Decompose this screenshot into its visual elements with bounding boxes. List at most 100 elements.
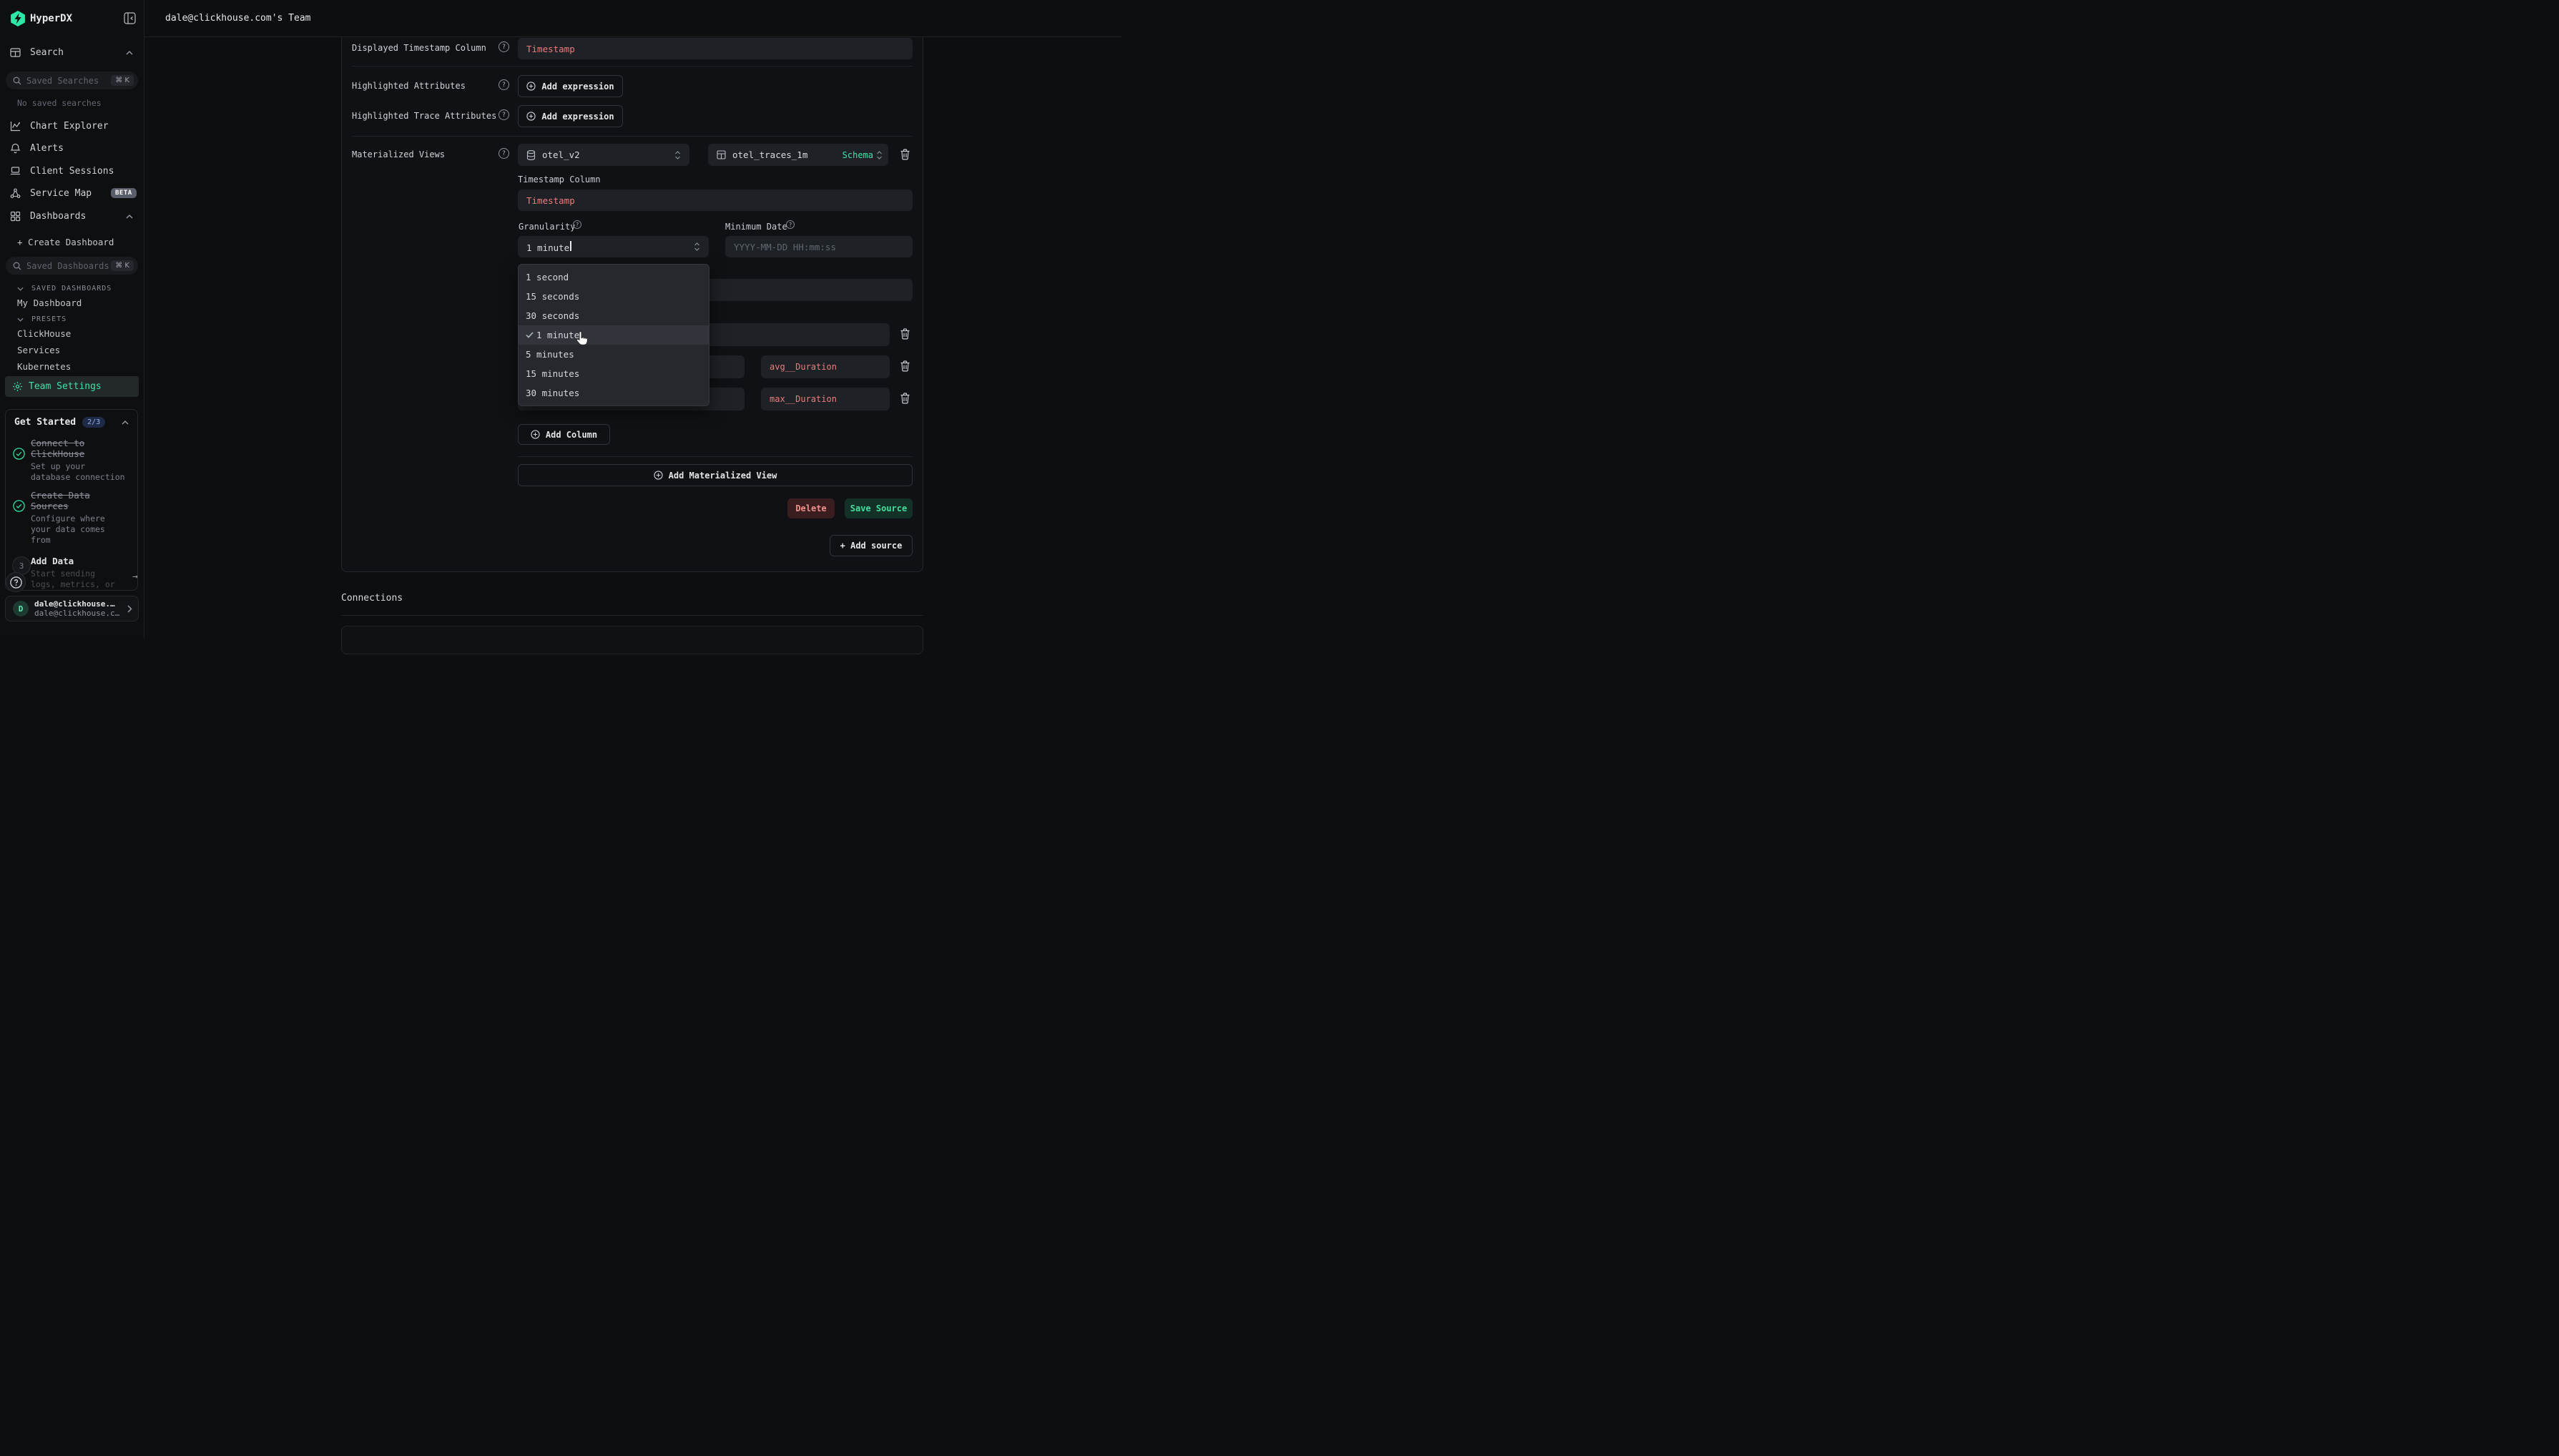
delete-button[interactable]: Delete bbox=[787, 498, 835, 518]
sidebar-item-clickhouse[interactable]: ClickHouse bbox=[17, 328, 71, 339]
granularity-select[interactable]: 1 minute bbox=[518, 236, 709, 257]
dashboards-icon bbox=[10, 211, 21, 222]
get-started-step[interactable]: Create Data Sources Configure where your… bbox=[6, 483, 137, 546]
brand-name[interactable]: HyperDX bbox=[30, 13, 72, 24]
source-settings-card: Displayed Timestamp Column ? Timestamp H… bbox=[341, 0, 923, 572]
add-materialized-view-button[interactable]: Add Materialized View bbox=[518, 464, 913, 486]
chevron-down-icon[interactable] bbox=[17, 287, 24, 291]
delete-mv-trash-icon[interactable] bbox=[900, 149, 910, 160]
dropdown-option[interactable]: 5 minutes bbox=[519, 345, 709, 364]
sidebar-item-services[interactable]: Services bbox=[17, 345, 60, 355]
schema-badge[interactable]: Schema bbox=[843, 150, 873, 160]
bell-icon bbox=[10, 143, 21, 154]
help-icon[interactable]: ? bbox=[573, 220, 581, 229]
mv-database-select[interactable]: otel_v2 bbox=[518, 144, 689, 166]
hyperdx-logo[interactable] bbox=[10, 11, 26, 26]
appbar: dale@clickhouse.com's Team bbox=[144, 0, 1121, 37]
displayed-timestamp-input[interactable]: Timestamp bbox=[518, 38, 913, 59]
sidebar: HyperDX Search Saved Searches ⌘ K No sav… bbox=[0, 0, 144, 638]
get-started-step[interactable]: Connect to ClickHouse Set up your databa… bbox=[6, 428, 137, 483]
user-name: dale@clickhouse.… bbox=[34, 599, 127, 609]
divider bbox=[341, 615, 923, 616]
user-account-button[interactable]: D dale@clickhouse.… dale@clickhouse.c… bbox=[5, 596, 139, 621]
chevron-up-icon[interactable] bbox=[122, 420, 129, 425]
chevron-right-icon bbox=[127, 605, 132, 613]
divider bbox=[352, 136, 913, 137]
collapse-sidebar-icon[interactable] bbox=[124, 12, 136, 24]
select-chevrons-icon bbox=[694, 242, 700, 252]
help-fab[interactable] bbox=[6, 572, 26, 592]
sidebar-item-my-dashboard[interactable]: My Dashboard bbox=[17, 297, 82, 308]
granularity-label: Granularity bbox=[519, 222, 575, 232]
add-source-button[interactable]: + Add source bbox=[830, 535, 913, 556]
help-icon[interactable]: ? bbox=[498, 148, 509, 159]
laptop-icon bbox=[10, 166, 21, 176]
sidebar-item-team-settings[interactable]: Team Settings bbox=[5, 376, 139, 397]
sidebar-item-client-sessions[interactable]: Client Sessions bbox=[30, 166, 114, 177]
create-dashboard-button[interactable]: + Create Dashboard bbox=[17, 237, 114, 247]
delete-column-trash-icon[interactable] bbox=[900, 328, 910, 340]
database-icon bbox=[526, 150, 536, 160]
sidebar-item-service-map[interactable]: Service Map bbox=[30, 188, 92, 199]
avatar: D bbox=[13, 601, 29, 616]
user-email: dale@clickhouse.c… bbox=[34, 609, 127, 618]
divider bbox=[352, 66, 913, 67]
save-source-button[interactable]: Save Source bbox=[845, 498, 913, 518]
dropdown-option[interactable]: 30 seconds bbox=[519, 306, 709, 325]
saved-dashboards-section-header[interactable]: SAVED DASHBOARDS bbox=[31, 285, 112, 292]
chevron-up-icon[interactable] bbox=[126, 51, 133, 55]
plus-circle-icon bbox=[526, 82, 536, 91]
connections-card bbox=[341, 626, 923, 654]
help-icon[interactable]: ? bbox=[786, 220, 795, 229]
saved-dashboards-input[interactable]: Saved Dashboards ⌘ K bbox=[6, 257, 138, 275]
minimum-date-input[interactable]: YYYY-MM-DD HH:mm:ss bbox=[725, 236, 913, 257]
dropdown-option[interactable]: 15 seconds bbox=[519, 287, 709, 306]
gear-icon bbox=[12, 381, 23, 392]
delete-column-trash-icon[interactable] bbox=[900, 360, 910, 372]
text-caret bbox=[570, 241, 571, 251]
add-expression-button[interactable]: Add expression bbox=[518, 105, 623, 127]
dropdown-option[interactable]: 1 second bbox=[519, 267, 709, 287]
sidebar-item-search[interactable]: Search bbox=[30, 47, 64, 58]
question-circle-icon bbox=[10, 576, 22, 589]
page-title: dale@clickhouse.com's Team bbox=[165, 13, 311, 24]
magnifier-icon bbox=[13, 262, 21, 270]
sidebar-item-chart-explorer[interactable]: Chart Explorer bbox=[30, 121, 109, 132]
beta-badge: BETA bbox=[111, 188, 137, 198]
shortcut-badge: ⌘ K bbox=[111, 260, 134, 271]
chevron-up-icon[interactable] bbox=[126, 215, 133, 219]
dropdown-option[interactable]: 15 minutes bbox=[519, 364, 709, 383]
sidebar-item-dashboards[interactable]: Dashboards bbox=[30, 211, 86, 222]
add-column-button[interactable]: Add Column bbox=[518, 424, 610, 445]
select-chevrons-icon bbox=[674, 150, 681, 160]
arrow-right-icon: → bbox=[132, 571, 138, 591]
magnifier-icon bbox=[13, 77, 21, 85]
materialized-views-label: Materialized Views bbox=[352, 149, 445, 159]
help-icon[interactable]: ? bbox=[498, 79, 509, 90]
get-started-title: Get Started bbox=[14, 417, 76, 428]
help-icon[interactable]: ? bbox=[498, 41, 509, 52]
plus-circle-icon bbox=[654, 471, 663, 480]
connections-heading: Connections bbox=[341, 593, 403, 604]
dropdown-option-selected[interactable]: 1 minute bbox=[519, 325, 709, 345]
column-alias-input[interactable]: avg__Duration bbox=[761, 355, 890, 378]
chevron-down-icon[interactable] bbox=[17, 318, 24, 322]
help-icon[interactable]: ? bbox=[498, 109, 509, 120]
delete-column-trash-icon[interactable] bbox=[900, 393, 910, 404]
sidebar-item-kubernetes[interactable]: Kubernetes bbox=[17, 361, 71, 372]
mv-table-select[interactable]: otel_traces_1m Schema bbox=[708, 144, 888, 166]
column-alias-input[interactable]: max__Duration bbox=[761, 388, 890, 410]
granularity-dropdown: 1 second 15 seconds 30 seconds 1 minute … bbox=[518, 264, 709, 406]
timestamp-column-input[interactable]: Timestamp bbox=[518, 190, 913, 211]
highlighted-trace-attributes-label: Highlighted Trace Attributes bbox=[352, 111, 496, 121]
select-chevrons-icon bbox=[876, 150, 883, 160]
sidebar-item-alerts[interactable]: Alerts bbox=[30, 143, 64, 154]
presets-section-header[interactable]: PRESETS bbox=[31, 315, 67, 323]
table-icon bbox=[717, 150, 726, 159]
divider bbox=[518, 456, 913, 457]
dropdown-option[interactable]: 30 minutes bbox=[519, 383, 709, 403]
service-map-icon bbox=[10, 188, 21, 199]
shortcut-badge: ⌘ K bbox=[111, 75, 134, 86]
saved-searches-input[interactable]: Saved Searches ⌘ K bbox=[6, 72, 138, 89]
add-expression-button[interactable]: Add expression bbox=[518, 75, 623, 97]
